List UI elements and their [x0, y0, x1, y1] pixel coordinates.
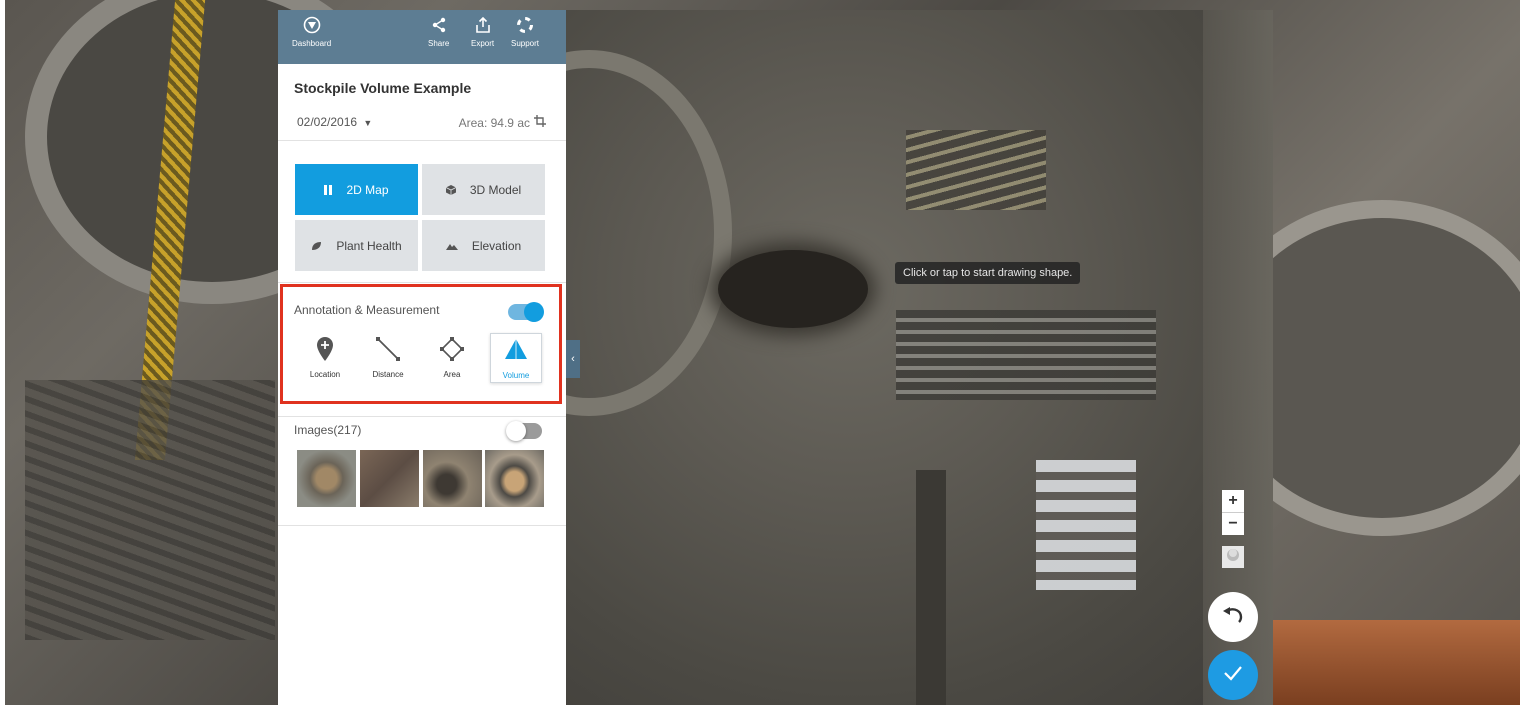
layers-icon — [1226, 548, 1240, 567]
drawing-tooltip: Click or tap to start drawing shape. — [895, 262, 1081, 284]
map-icon — [324, 184, 333, 195]
location-pin-icon — [317, 336, 333, 362]
mountain-icon — [445, 242, 458, 250]
map-plant-buildings — [1036, 460, 1136, 590]
zoom-out-button[interactable]: − — [1222, 513, 1244, 535]
toggle-knob — [524, 302, 544, 322]
divider — [278, 416, 566, 417]
annotation-title: Annotation & Measurement — [294, 303, 440, 317]
view-3d-model-label: 3D Model — [469, 182, 522, 197]
tool-area[interactable]: Area — [426, 333, 478, 383]
crop-icon[interactable] — [534, 115, 546, 130]
tool-distance-label: Distance — [372, 370, 404, 379]
dashboard-button[interactable]: Dashboard — [292, 16, 331, 48]
rooftop-right — [1270, 620, 1520, 705]
cone-icon — [505, 337, 527, 363]
images-title: Images(217) — [294, 423, 362, 437]
layers-button[interactable] — [1222, 546, 1244, 568]
undo-button[interactable] — [1208, 592, 1258, 642]
map-pit — [718, 250, 868, 328]
share-label: Share — [428, 39, 450, 48]
dashboard-icon — [303, 16, 321, 34]
leaf-icon — [311, 241, 322, 251]
export-label: Export — [471, 39, 495, 48]
view-2d-map-label: 2D Map — [346, 182, 389, 197]
project-title: Stockpile Volume Example — [294, 80, 472, 96]
confirm-button[interactable] — [1208, 650, 1258, 700]
image-thumbnail[interactable] — [485, 450, 544, 507]
map-conveyor-area — [896, 310, 1156, 400]
tool-location[interactable]: Location — [299, 333, 351, 383]
share-button[interactable]: Share — [428, 16, 449, 48]
dashboard-label: Dashboard — [292, 39, 332, 48]
polygon-icon — [439, 336, 465, 362]
checkmark-icon — [1223, 665, 1243, 686]
support-lifebuoy-icon — [516, 16, 534, 34]
area-readout: Area: 94.9 ac — [459, 115, 546, 130]
tool-area-label: Area — [443, 370, 461, 379]
tool-volume[interactable]: Volume — [490, 333, 542, 383]
support-label: Support — [511, 39, 540, 48]
annotation-toggle[interactable] — [508, 302, 544, 322]
map-canvas[interactable] — [566, 10, 1273, 705]
support-button[interactable]: Support — [511, 16, 539, 48]
ruler-line-icon — [376, 336, 400, 362]
top-toolbar: Dashboard Share Export Support — [278, 10, 566, 64]
zoom-in-button[interactable]: + — [1222, 490, 1244, 513]
toggle-knob — [506, 421, 526, 441]
share-icon — [430, 16, 448, 34]
cube-icon — [445, 184, 456, 195]
date-selector[interactable]: 02/02/2016 ▼ — [297, 115, 372, 129]
tool-distance[interactable]: Distance — [362, 333, 414, 383]
export-button[interactable]: Export — [471, 16, 494, 48]
chevron-left-icon: ‹ — [571, 353, 575, 365]
tool-volume-label: Volume — [502, 371, 530, 380]
divider — [278, 282, 566, 283]
divider — [278, 525, 566, 526]
divider — [278, 140, 566, 141]
tool-location-label: Location — [309, 370, 341, 379]
map-ring-structure — [566, 50, 732, 416]
image-thumbnail[interactable] — [360, 450, 419, 507]
image-thumbnail[interactable] — [297, 450, 356, 507]
caret-down-icon: ▼ — [363, 118, 373, 128]
collapse-panel-button[interactable]: ‹ — [566, 340, 580, 378]
view-elevation-label: Elevation — [471, 238, 522, 253]
machinery-area-left — [25, 380, 275, 640]
view-elevation-button[interactable]: Elevation — [422, 220, 545, 271]
image-thumbnail[interactable] — [423, 450, 482, 507]
images-toggle[interactable] — [506, 421, 542, 441]
map-road — [916, 470, 946, 705]
undo-icon — [1223, 606, 1243, 628]
date-value: 02/02/2016 — [297, 115, 358, 129]
view-3d-model-button[interactable]: 3D Model — [422, 164, 545, 215]
export-icon — [474, 16, 492, 34]
map-stockpile-area — [906, 130, 1046, 210]
view-2d-map-button[interactable]: 2D Map — [295, 164, 418, 215]
area-value: Area: 94.9 ac — [458, 115, 530, 130]
view-plant-health-label: Plant Health — [336, 238, 402, 253]
view-plant-health-button[interactable]: Plant Health — [295, 220, 418, 271]
